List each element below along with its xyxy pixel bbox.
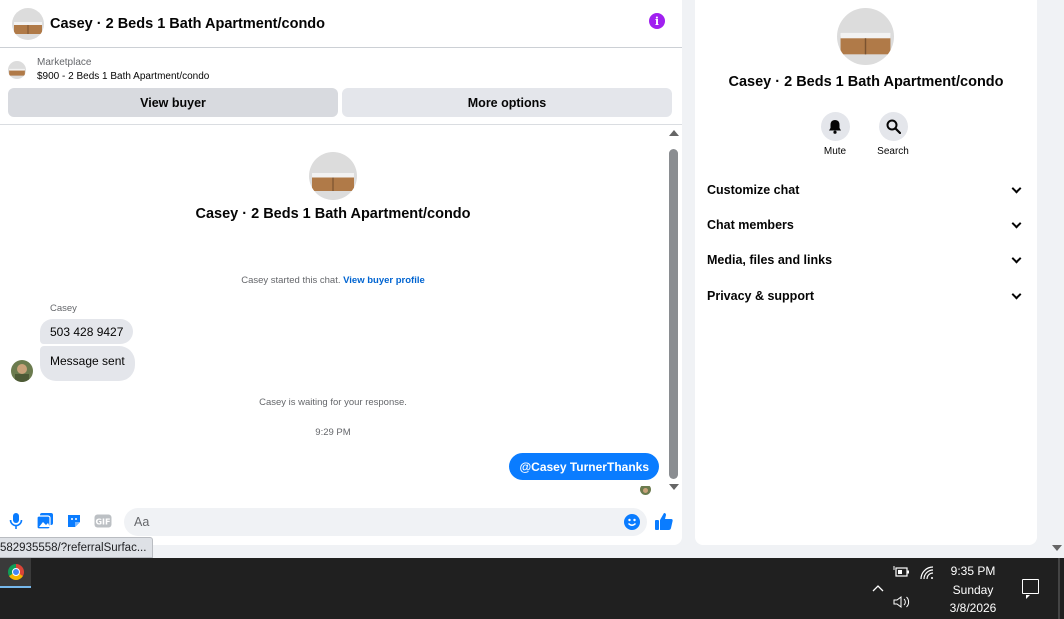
more-options-button[interactable]: More options — [342, 88, 672, 117]
sticker-icon[interactable] — [65, 512, 83, 530]
thread-scrollbar[interactable] — [668, 130, 680, 492]
gif-icon[interactable]: GIF — [94, 512, 112, 530]
chevron-down-icon — [1011, 218, 1022, 228]
profile-title: Casey · 2 Beds 1 Bath Apartment/condo — [728, 74, 1004, 90]
sender-avatar[interactable] — [11, 360, 33, 382]
scroll-thumb[interactable] — [669, 149, 678, 479]
search-button[interactable]: Search — [873, 112, 913, 157]
chevron-down-icon — [1011, 289, 1022, 299]
wifi-icon[interactable] — [920, 566, 934, 583]
outgoing-text: Thanks — [606, 459, 649, 474]
microphone-icon[interactable] — [7, 512, 25, 530]
search-label: Search — [877, 146, 909, 157]
sender-name: Casey — [50, 303, 77, 314]
chat-title[interactable]: Casey · 2 Beds 1 Bath Apartment/condo — [50, 16, 325, 32]
svg-text:GIF: GIF — [95, 518, 110, 527]
divider — [0, 124, 682, 125]
notification-icon[interactable] — [1022, 579, 1039, 599]
listing-title: $900 - 2 Beds 1 Bath Apartment/condo — [37, 71, 210, 82]
show-desktop-button[interactable] — [1058, 558, 1060, 619]
clock-time: 9:35 PM — [950, 564, 996, 578]
mute-label: Mute — [823, 146, 847, 157]
chevron-up-icon[interactable] — [872, 580, 884, 595]
search-icon[interactable] — [878, 112, 908, 141]
outgoing-message[interactable]: @Casey Turner Thanks — [509, 453, 659, 480]
section-label: Media, files and links — [707, 253, 833, 267]
thumbs-up-icon[interactable] — [654, 512, 674, 532]
thread-title: Casey · 2 Beds 1 Bath Apartment/condo — [195, 206, 471, 222]
message-timestamp: 9:29 PM — [315, 427, 351, 438]
scroll-down-arrow-icon[interactable] — [669, 484, 679, 490]
section-label: Customize chat — [707, 183, 800, 197]
chat-header: Casey · 2 Beds 1 Bath Apartment/condo i — [0, 0, 682, 48]
marketplace-label: Marketplace — [37, 57, 92, 68]
volume-icon[interactable] — [893, 596, 911, 611]
marketplace-listing[interactable]: Marketplace $900 - 2 Beds 1 Bath Apartme… — [0, 48, 682, 84]
chat-started-notice: Casey started this chat. View buyer prof… — [0, 275, 666, 286]
chat-avatar[interactable] — [12, 7, 44, 40]
section-label: Chat members — [707, 218, 794, 232]
bell-icon[interactable] — [820, 112, 850, 141]
scroll-up-arrow-icon[interactable] — [669, 130, 679, 136]
view-buyer-button[interactable]: View buyer — [8, 88, 338, 117]
clock-date: 3/8/2026 — [949, 601, 997, 615]
composer: GIF — [0, 506, 682, 538]
emoji-icon[interactable] — [624, 514, 640, 530]
chevron-down-icon — [1011, 253, 1022, 263]
chat-info-panel: Casey · 2 Beds 1 Bath Apartment/condo Mu… — [695, 0, 1037, 545]
section-customize-chat[interactable]: Customize chat — [707, 178, 1025, 202]
chrome-taskbar-button[interactable] — [0, 558, 31, 588]
photo-icon[interactable] — [36, 512, 54, 530]
message-thread: Casey · 2 Beds 1 Bath Apartment/condo Ca… — [0, 126, 668, 498]
chrome-icon — [7, 564, 24, 580]
taskbar: 9:35 PM Sunday 3/8/2026 — [0, 558, 1064, 619]
incoming-message[interactable]: 503 428 9427 — [40, 319, 134, 344]
mute-button[interactable]: Mute — [815, 112, 855, 157]
read-receipt-avatar — [640, 484, 651, 495]
battery-icon[interactable] — [893, 566, 910, 581]
message-input[interactable] — [124, 508, 647, 536]
section-chat-members[interactable]: Chat members — [707, 213, 1025, 237]
info-icon[interactable]: i — [649, 13, 665, 29]
page-scroll-down-icon[interactable] — [1052, 545, 1062, 551]
thread-avatar — [309, 152, 357, 200]
listing-thumbnail — [8, 61, 26, 79]
incoming-message[interactable]: Message sent — [40, 346, 135, 381]
profile-avatar[interactable] — [837, 8, 894, 65]
system-clock[interactable]: 9:35 PM Sunday 3/8/2026 — [940, 562, 1006, 618]
chat-panel: Casey · 2 Beds 1 Bath Apartment/condo i … — [0, 0, 682, 545]
status-bar-url: 582935558/?referralSurfac... — [0, 537, 154, 558]
view-buyer-profile-link[interactable]: View buyer profile — [343, 275, 425, 286]
section-privacy-support[interactable]: Privacy & support — [707, 284, 1025, 308]
waiting-notice: Casey is waiting for your response. — [259, 397, 407, 408]
started-text: Casey started this chat. — [241, 275, 341, 286]
clock-day: Sunday — [952, 582, 994, 597]
section-label: Privacy & support — [707, 289, 814, 303]
chevron-down-icon — [1011, 183, 1022, 193]
mention[interactable]: @Casey Turner — [519, 460, 607, 474]
section-media-files-links[interactable]: Media, files and links — [707, 248, 1025, 272]
